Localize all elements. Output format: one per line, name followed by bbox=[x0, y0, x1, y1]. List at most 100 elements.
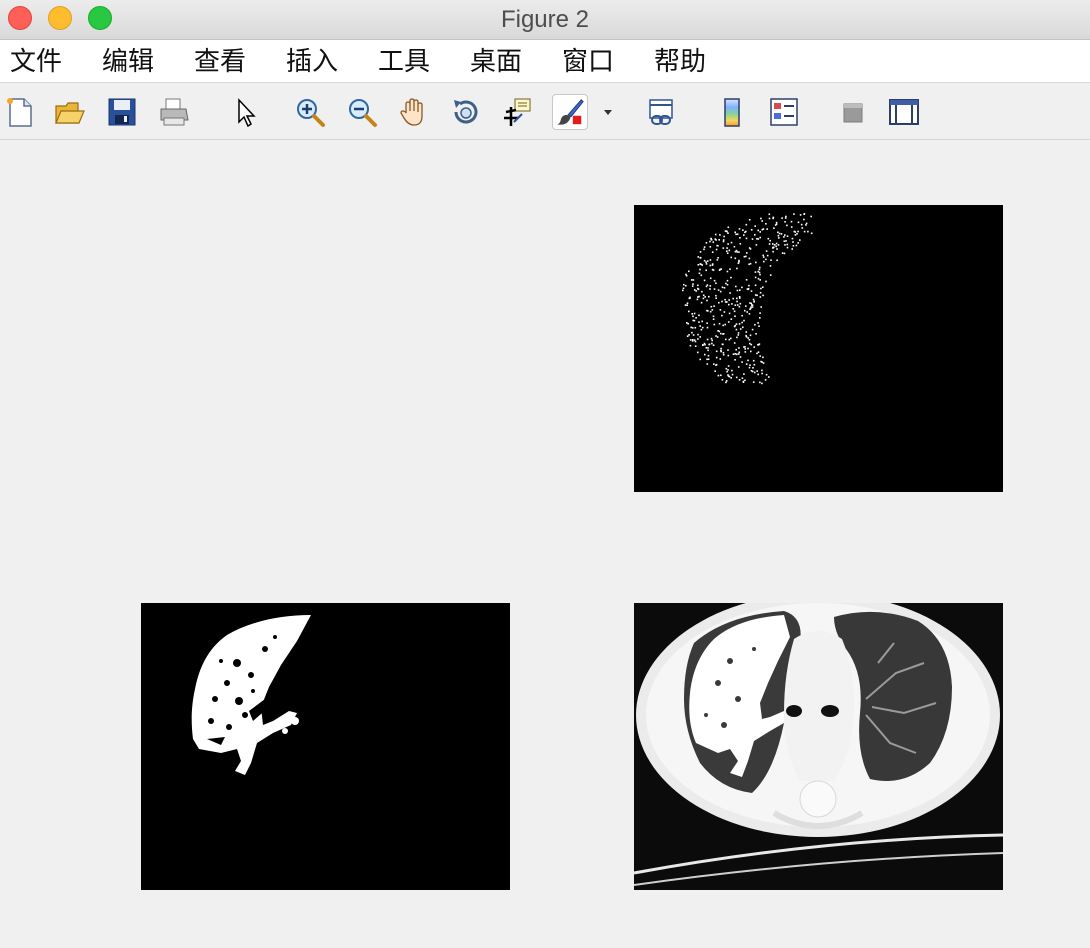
link-plot-button[interactable] bbox=[644, 94, 680, 130]
brush-button[interactable] bbox=[552, 94, 588, 130]
insert-legend-button[interactable] bbox=[766, 94, 802, 130]
edge-pixel bbox=[745, 279, 748, 281]
zoom-in-button[interactable] bbox=[292, 94, 328, 130]
edge-pixel bbox=[749, 262, 752, 265]
edge-pixel bbox=[736, 353, 738, 356]
edge-pixel bbox=[759, 279, 761, 281]
edge-pixel bbox=[786, 235, 789, 237]
edge-pixel bbox=[773, 246, 775, 249]
zoom-out-button[interactable] bbox=[344, 94, 380, 130]
show-plot-tools-button[interactable] bbox=[886, 94, 922, 130]
edge-pixel bbox=[773, 244, 776, 246]
edge-pixel bbox=[757, 238, 760, 240]
edge-pixel bbox=[755, 244, 758, 246]
edge-pixel bbox=[769, 274, 772, 276]
rotate-3d-button[interactable] bbox=[448, 94, 484, 130]
edge-pixel bbox=[725, 282, 727, 285]
edge-pixel bbox=[755, 333, 757, 335]
edge-pixel bbox=[682, 289, 684, 292]
edge-pixel bbox=[712, 241, 715, 243]
edge-pixel bbox=[719, 309, 722, 311]
menu-help[interactable]: 帮助 bbox=[654, 40, 706, 82]
edge-pixel bbox=[697, 264, 700, 266]
edge-pixel bbox=[709, 310, 712, 313]
menu-edit[interactable]: 编辑 bbox=[102, 40, 154, 82]
menu-desktop[interactable]: 桌面 bbox=[470, 40, 522, 82]
edge-pixel bbox=[768, 243, 771, 245]
edge-pixel bbox=[761, 369, 763, 372]
edge-pixel bbox=[727, 375, 730, 377]
subplot-lung-edges[interactable] bbox=[634, 205, 1003, 492]
edge-pixel bbox=[718, 301, 720, 304]
edge-pixel bbox=[803, 230, 806, 233]
edge-pixel bbox=[704, 353, 706, 356]
edit-plot-button[interactable] bbox=[226, 94, 262, 130]
edge-pixel bbox=[738, 323, 741, 325]
edge-pixel bbox=[739, 289, 741, 291]
edge-pixel bbox=[753, 346, 755, 348]
edge-pixel bbox=[764, 379, 767, 381]
edge-pixel bbox=[784, 244, 786, 246]
edge-pixel bbox=[769, 265, 772, 267]
data-cursor-button[interactable] bbox=[500, 94, 536, 130]
edge-pixel bbox=[726, 279, 729, 282]
edge-pixel bbox=[763, 260, 765, 263]
edge-pixel bbox=[799, 214, 802, 216]
edge-pixel bbox=[765, 223, 767, 225]
edge-pixel bbox=[752, 367, 754, 369]
edge-pixel bbox=[707, 347, 709, 349]
print-button[interactable] bbox=[156, 94, 192, 130]
edge-pixel bbox=[765, 258, 767, 261]
edge-pixel bbox=[744, 379, 746, 382]
edge-pixel bbox=[736, 233, 739, 235]
edge-pixel bbox=[691, 331, 693, 334]
open-file-icon bbox=[55, 102, 85, 124]
edge-pixel bbox=[711, 339, 713, 342]
edge-pixel bbox=[727, 365, 730, 367]
edge-pixel bbox=[738, 260, 740, 263]
edge-pixel bbox=[784, 234, 786, 236]
menu-window[interactable]: 窗口 bbox=[562, 40, 614, 82]
edge-pixel bbox=[706, 309, 708, 312]
edge-pixel bbox=[732, 297, 734, 300]
edge-pixel bbox=[730, 256, 732, 259]
subplot-ct-overlay[interactable] bbox=[634, 603, 1003, 890]
edge-pixel bbox=[750, 229, 753, 231]
edge-pixel bbox=[762, 256, 765, 258]
pan-hand-icon bbox=[400, 98, 423, 126]
edge-pixel bbox=[698, 272, 701, 275]
menu-tools[interactable]: 工具 bbox=[378, 40, 430, 82]
edge-pixel bbox=[777, 244, 780, 246]
edge-pixel bbox=[762, 356, 764, 359]
edge-pixel bbox=[721, 379, 724, 381]
edge-pixel bbox=[703, 248, 705, 251]
menu-file[interactable]: 文件 bbox=[10, 40, 62, 82]
edge-pixel bbox=[717, 257, 719, 259]
edge-pixel bbox=[725, 380, 728, 382]
save-button[interactable] bbox=[104, 94, 140, 130]
edge-pixel bbox=[729, 268, 731, 270]
edge-pixel bbox=[722, 324, 724, 327]
pan-button[interactable] bbox=[396, 94, 432, 130]
edge-pixel bbox=[727, 232, 729, 234]
edge-pixel bbox=[715, 294, 717, 297]
edge-pixel bbox=[712, 318, 715, 320]
brush-dropdown-button[interactable] bbox=[596, 94, 620, 130]
open-file-button[interactable] bbox=[52, 94, 88, 130]
subplot-lung-mask[interactable] bbox=[141, 603, 510, 890]
menu-insert[interactable]: 插入 bbox=[286, 40, 338, 82]
new-figure-button[interactable] bbox=[2, 94, 38, 130]
edge-pixel bbox=[759, 317, 761, 319]
menu-view[interactable]: 查看 bbox=[194, 40, 246, 82]
insert-colorbar-button[interactable] bbox=[714, 94, 750, 130]
edge-pixel bbox=[720, 332, 722, 335]
edge-pixel bbox=[684, 304, 687, 306]
edge-pixel bbox=[739, 356, 742, 358]
edge-pixel bbox=[810, 215, 812, 218]
edge-pixel bbox=[702, 294, 705, 297]
edge-pixel bbox=[741, 314, 743, 317]
edge-pixel bbox=[749, 334, 752, 337]
edge-pixel bbox=[795, 244, 798, 247]
hide-plot-tools-button[interactable] bbox=[834, 94, 870, 130]
colorbar-icon bbox=[724, 98, 740, 127]
